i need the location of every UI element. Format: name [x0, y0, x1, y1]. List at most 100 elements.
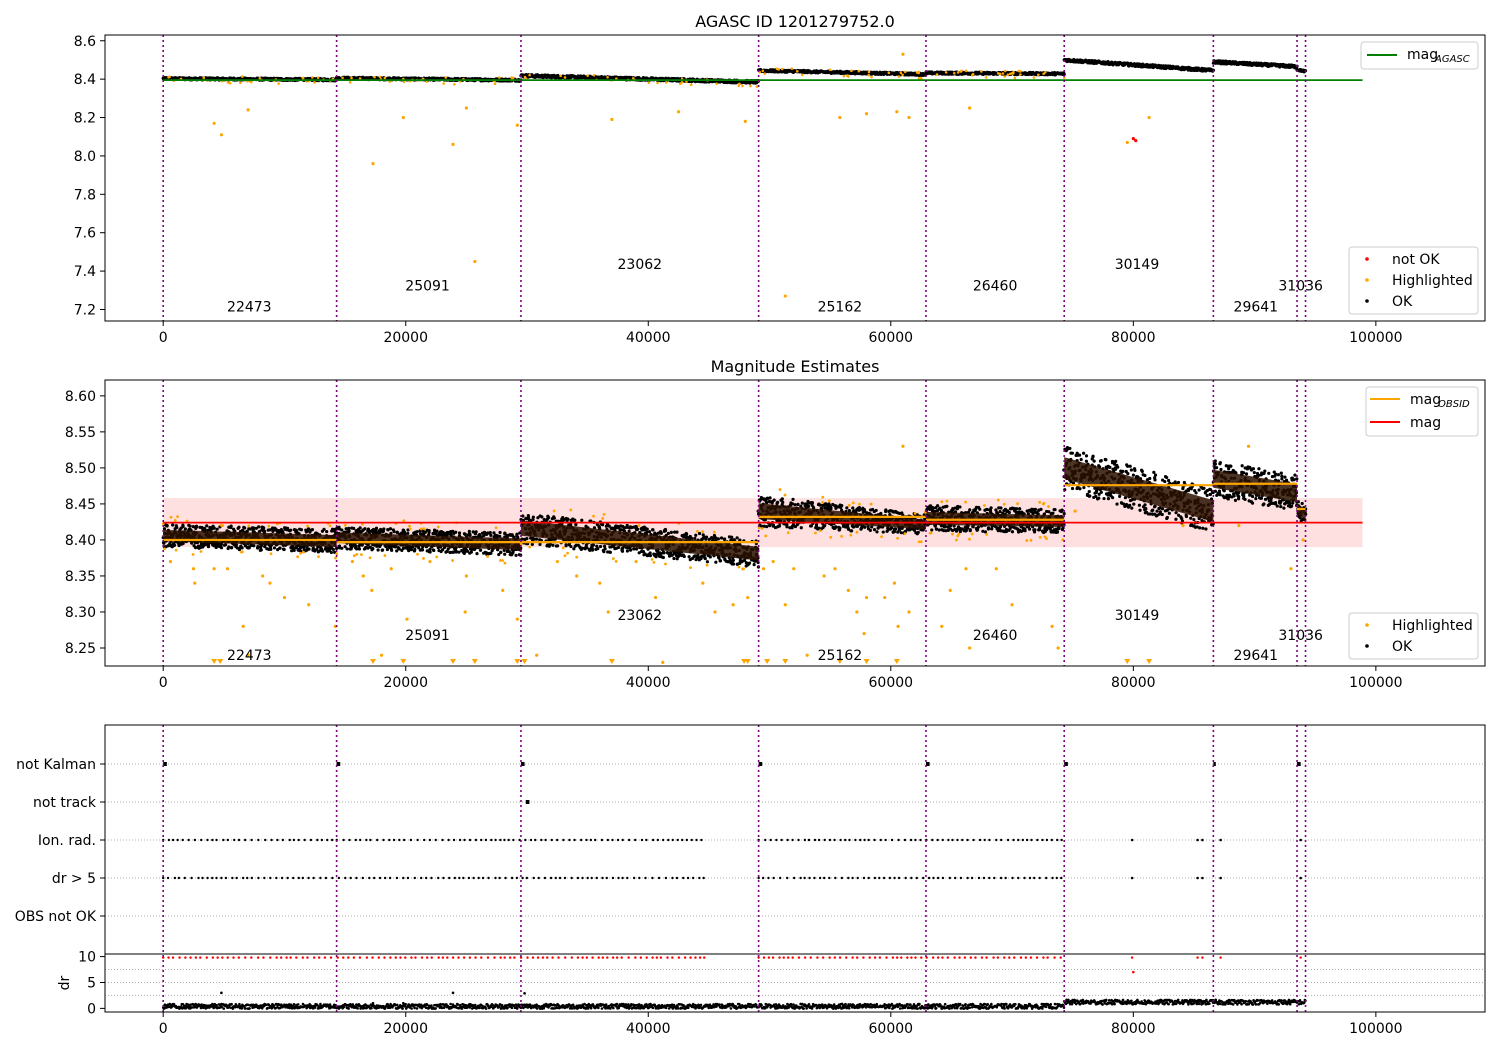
ok-point	[694, 533, 698, 537]
ok-point	[175, 525, 179, 530]
chart-1-y-tick-label: 8.55	[65, 425, 96, 441]
ok-point	[693, 536, 697, 540]
ok-point	[371, 546, 375, 551]
highlighted-point	[249, 80, 253, 84]
highlighted-point	[944, 71, 948, 74]
ok-point	[366, 527, 371, 531]
ok-point	[851, 506, 855, 510]
ok-point	[564, 544, 568, 548]
ok-point	[390, 548, 394, 552]
ok-point	[598, 544, 603, 549]
highlighted-point	[493, 82, 497, 86]
ok-point	[325, 530, 329, 534]
ok-point	[203, 543, 208, 547]
ok-point	[307, 547, 311, 551]
ok-point	[243, 526, 247, 530]
ok-point	[603, 547, 607, 551]
ok-point	[735, 536, 739, 540]
ok-point	[234, 543, 238, 547]
highlighted-point	[790, 67, 794, 70]
ok-point	[838, 526, 842, 530]
ok-point	[708, 555, 712, 559]
chart-0-y-tick-label: 8.2	[74, 111, 96, 127]
legend-label: Highlighted	[1392, 273, 1473, 289]
highlighted-point	[528, 73, 531, 77]
ok-point	[814, 523, 819, 527]
highlighted-point	[968, 106, 972, 110]
ok-point	[834, 525, 838, 529]
ok-point	[810, 501, 815, 505]
ok-point	[697, 531, 702, 536]
ok-point	[412, 549, 417, 553]
ok-point	[775, 500, 780, 504]
ok-point	[205, 524, 209, 528]
highlighted-point	[795, 70, 799, 73]
highlighted-point	[1006, 73, 1010, 76]
ok-point	[675, 530, 679, 534]
highlighted-point	[350, 76, 353, 80]
highlighted-point	[202, 76, 206, 80]
ok-point	[800, 501, 804, 505]
highlighted-point	[240, 75, 244, 78]
highlighted-point	[867, 73, 871, 77]
ok-point	[552, 516, 556, 520]
highlighted-point	[870, 75, 873, 79]
ok-point	[651, 528, 655, 532]
highlighted-point	[239, 81, 242, 85]
chart-0-x-tick-label: 80000	[1111, 330, 1156, 346]
chart-0-y-tick-label: 8.4	[74, 72, 96, 88]
highlighted-point	[903, 70, 907, 74]
ok-point	[352, 526, 356, 530]
ok-point	[469, 550, 473, 554]
obsid-label: 26460	[973, 278, 1018, 294]
chart-title: Magnitude Estimates	[711, 357, 880, 376]
ok-point	[514, 553, 518, 557]
ok-point	[292, 548, 296, 552]
highlighted-point	[383, 76, 387, 80]
panel-magnitude-estimates: 0 20000 40000 60000 80000 1000008.258.308.358…	[65, 357, 1486, 691]
ok-point	[474, 530, 478, 534]
chart-1-x-tick-label: 100000	[1349, 675, 1402, 691]
ok-point	[475, 552, 479, 556]
ok-point	[625, 549, 630, 553]
ok-point	[648, 554, 653, 558]
highlighted-point	[857, 69, 861, 73]
ok-point	[262, 526, 266, 530]
legend-label: mag	[1407, 47, 1438, 63]
ok-point	[714, 560, 718, 564]
obsid-label: 30149	[1115, 257, 1160, 273]
ok-point	[669, 530, 673, 534]
chart-1-y-tick-label: 8.35	[65, 569, 96, 585]
ok-point	[320, 549, 325, 553]
highlighted-point	[956, 71, 960, 74]
ok-point	[628, 548, 633, 552]
ok-point	[600, 523, 605, 527]
highlighted-point	[1019, 73, 1022, 76]
highlighted-point	[316, 76, 320, 79]
ok-point	[608, 550, 612, 554]
chart-title: AGASC ID 1201279752.0	[695, 12, 895, 31]
highlighted-point	[226, 81, 230, 84]
ok-point	[392, 529, 396, 534]
ok-point	[515, 532, 519, 536]
ok-point	[354, 544, 358, 548]
ok-point	[765, 525, 769, 529]
ok-point	[573, 518, 577, 522]
highlighted-point	[515, 123, 519, 127]
ok-point	[376, 548, 380, 552]
highlighted-point	[959, 70, 963, 73]
ok-point	[212, 526, 216, 530]
chart-0-y-tick-label: 7.6	[74, 226, 96, 242]
highlighted-point	[780, 67, 784, 71]
ok-point	[503, 552, 507, 556]
obsid-label: 31036	[1278, 278, 1323, 294]
ok-point	[540, 515, 544, 519]
ok-point	[257, 525, 261, 529]
ok-point	[716, 537, 720, 541]
ok-point	[263, 529, 267, 533]
obsid-label: 25091	[405, 278, 450, 294]
ok-point	[747, 561, 752, 565]
chart-1-y-tick-label: 8.30	[65, 605, 96, 621]
highlighted-point	[899, 71, 903, 75]
highlighted-point	[1032, 76, 1036, 79]
